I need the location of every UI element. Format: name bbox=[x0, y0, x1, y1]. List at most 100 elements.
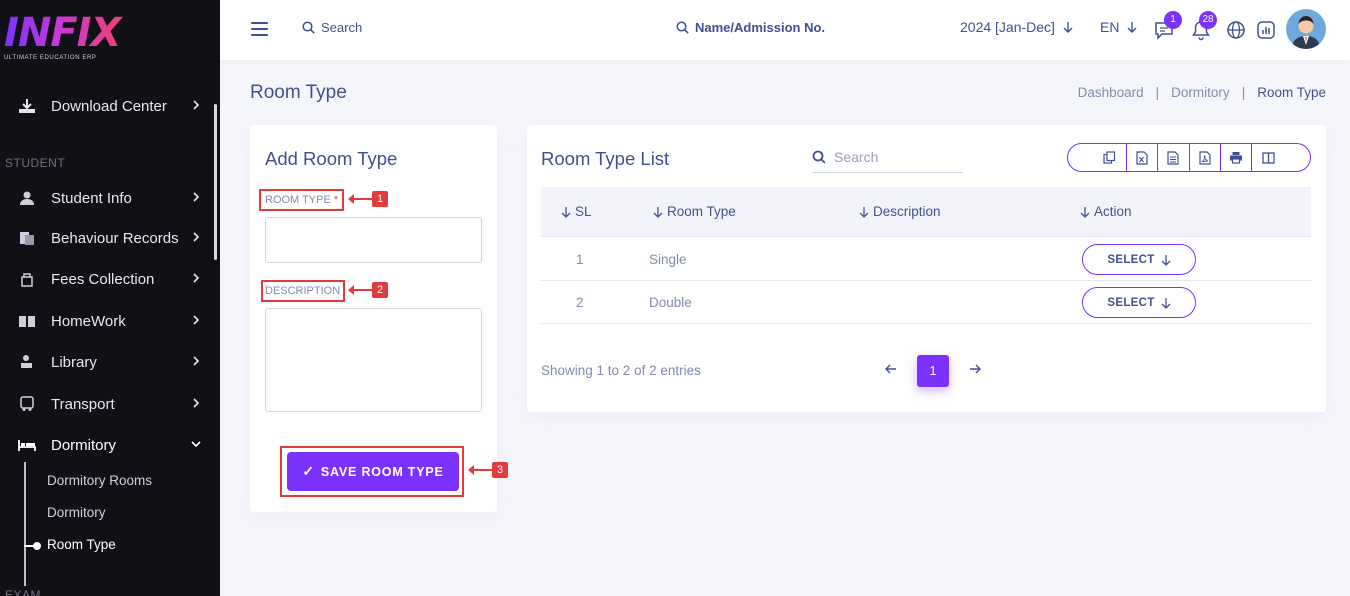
breadcrumb-dormitory[interactable]: Dormitory bbox=[1171, 85, 1230, 100]
bus-icon bbox=[20, 396, 34, 411]
arrow-left-icon[interactable] bbox=[884, 362, 898, 376]
table-header: SL Room Type Description Action bbox=[541, 187, 1311, 237]
column-header-description[interactable]: Description bbox=[859, 204, 941, 219]
sidebar-item-fees-collection[interactable]: Fees Collection bbox=[0, 262, 214, 296]
select-action-button[interactable]: SELECT bbox=[1082, 244, 1196, 275]
excel-icon bbox=[1136, 150, 1148, 165]
marker-arrow bbox=[348, 285, 372, 295]
sidebar-subitem-dormitory-rooms[interactable]: Dormitory Rooms bbox=[47, 473, 152, 488]
column-header-sl[interactable]: SL bbox=[561, 204, 592, 219]
student-icon bbox=[20, 191, 34, 205]
column-header-label: Room Type bbox=[667, 204, 736, 219]
column-header-room-type[interactable]: Room Type bbox=[653, 204, 736, 219]
marker-number: 2 bbox=[372, 282, 388, 298]
breadcrumb-current: Room Type bbox=[1257, 85, 1326, 100]
sidebar-item-label: Fees Collection bbox=[51, 270, 155, 288]
sidebar-item-dormitory[interactable]: Dormitory bbox=[0, 428, 214, 462]
room-type-list-title: Room Type List bbox=[541, 148, 670, 169]
sidebar-item-behaviour-records[interactable]: Behaviour Records bbox=[0, 221, 214, 255]
select-action-label: SELECT bbox=[1107, 253, 1155, 266]
sidebar-item-label: Transport bbox=[51, 395, 115, 413]
marker-number: 1 bbox=[372, 191, 388, 207]
arrow-down-icon bbox=[1161, 297, 1171, 309]
save-room-type-button[interactable]: ✓ SAVE ROOM TYPE bbox=[287, 452, 459, 491]
sidebar-scrollbar[interactable] bbox=[214, 104, 217, 260]
library-icon bbox=[21, 355, 32, 368]
academic-year-value: 2024 [Jan-Dec] bbox=[960, 19, 1055, 35]
sidebar-item-library[interactable]: Library bbox=[0, 345, 214, 379]
sidebar-subitem-room-type[interactable]: Room Type bbox=[47, 537, 116, 552]
sidebar-item-label: Dormitory bbox=[51, 436, 117, 454]
language-select[interactable]: EN bbox=[1100, 19, 1137, 35]
app-logo[interactable]: INFIX ULTIMATE EDUCATION ERP bbox=[4, 12, 124, 66]
cell-room-type: Double bbox=[649, 295, 692, 310]
arrow-down-icon bbox=[1063, 22, 1073, 33]
annotation-marker-2: 2 bbox=[348, 281, 388, 299]
chevron-right-icon bbox=[193, 273, 200, 283]
column-header-action[interactable]: Action bbox=[1080, 204, 1132, 219]
table-row: 1 Single SELECT bbox=[541, 238, 1311, 281]
arrow-down-icon bbox=[1127, 22, 1137, 33]
breadcrumb-dashboard[interactable]: Dashboard bbox=[1078, 85, 1144, 100]
bed-icon bbox=[18, 440, 36, 451]
sidebar-item-student-info[interactable]: Student Info bbox=[0, 181, 214, 215]
globe-icon[interactable] bbox=[1225, 19, 1247, 41]
page-button-current[interactable]: 1 bbox=[917, 355, 949, 387]
room-type-input[interactable] bbox=[265, 217, 482, 263]
column-header-label: Action bbox=[1094, 204, 1132, 219]
stats-icon[interactable] bbox=[1255, 19, 1277, 41]
chevron-right-icon bbox=[193, 232, 200, 242]
user-avatar[interactable] bbox=[1286, 9, 1326, 49]
select-action-label: SELECT bbox=[1107, 296, 1155, 309]
print-icon bbox=[1229, 152, 1242, 164]
sidebar-item-label: Library bbox=[51, 353, 97, 371]
sort-arrow-icon bbox=[561, 206, 571, 218]
csv-button[interactable] bbox=[1158, 144, 1190, 171]
annotation-marker-1: 1 bbox=[348, 190, 388, 208]
academic-year-select[interactable]: 2024 [Jan-Dec] bbox=[960, 19, 1073, 35]
sort-arrow-icon bbox=[1080, 206, 1090, 218]
sidebar-subitem-dormitory[interactable]: Dormitory bbox=[47, 505, 106, 520]
top-search-label: Search bbox=[321, 20, 363, 35]
csv-icon bbox=[1167, 150, 1180, 165]
sidebar-item-label: Download Center bbox=[51, 97, 167, 115]
breadcrumb-separator: | bbox=[1241, 85, 1246, 100]
book-icon bbox=[19, 316, 35, 327]
sidebar-item-label: HomeWork bbox=[51, 312, 126, 330]
breadcrumb-separator: | bbox=[1155, 85, 1160, 100]
arrow-down-icon bbox=[1161, 254, 1171, 266]
select-action-button[interactable]: SELECT bbox=[1082, 287, 1196, 318]
chevron-right-icon bbox=[193, 398, 200, 408]
menu-toggle-icon[interactable] bbox=[251, 22, 268, 36]
search-icon bbox=[302, 21, 315, 34]
sort-arrow-icon bbox=[859, 206, 869, 218]
check-icon: ✓ bbox=[302, 463, 315, 479]
arrow-right-icon[interactable] bbox=[968, 362, 982, 376]
list-search-input[interactable]: Search bbox=[812, 141, 963, 173]
sidebar-item-homework[interactable]: HomeWork bbox=[0, 304, 214, 338]
search-icon bbox=[676, 21, 689, 34]
top-search[interactable]: Search bbox=[302, 20, 362, 35]
annotation-box-1 bbox=[259, 189, 344, 211]
pdf-icon bbox=[1198, 150, 1211, 165]
student-search-input[interactable]: Name/Admission No. bbox=[676, 20, 825, 35]
add-room-type-title: Add Room Type bbox=[265, 148, 398, 169]
sidebar: INFIX ULTIMATE EDUCATION ERP Download Ce… bbox=[0, 0, 220, 596]
excel-button[interactable] bbox=[1127, 144, 1159, 171]
section-label-student: STUDENT bbox=[5, 156, 66, 170]
pdf-button[interactable] bbox=[1190, 144, 1221, 171]
avatar-image bbox=[1286, 9, 1326, 49]
print-button[interactable] bbox=[1221, 144, 1252, 171]
columns-icon bbox=[1262, 151, 1275, 164]
annotation-marker-3: 3 bbox=[468, 461, 508, 479]
copy-button[interactable] bbox=[1068, 144, 1128, 171]
fees-icon bbox=[21, 273, 33, 287]
columns-button[interactable] bbox=[1252, 144, 1310, 171]
breadcrumb: Dashboard | Dormitory | Room Type bbox=[1078, 85, 1326, 100]
sidebar-item-download-center[interactable]: Download Center bbox=[0, 89, 214, 123]
chevron-right-icon bbox=[193, 356, 200, 366]
notification-badge: 28 bbox=[1199, 11, 1217, 29]
sidebar-item-transport[interactable]: Transport bbox=[0, 387, 214, 421]
description-textarea[interactable] bbox=[265, 308, 482, 412]
copy-icon bbox=[1103, 151, 1116, 164]
